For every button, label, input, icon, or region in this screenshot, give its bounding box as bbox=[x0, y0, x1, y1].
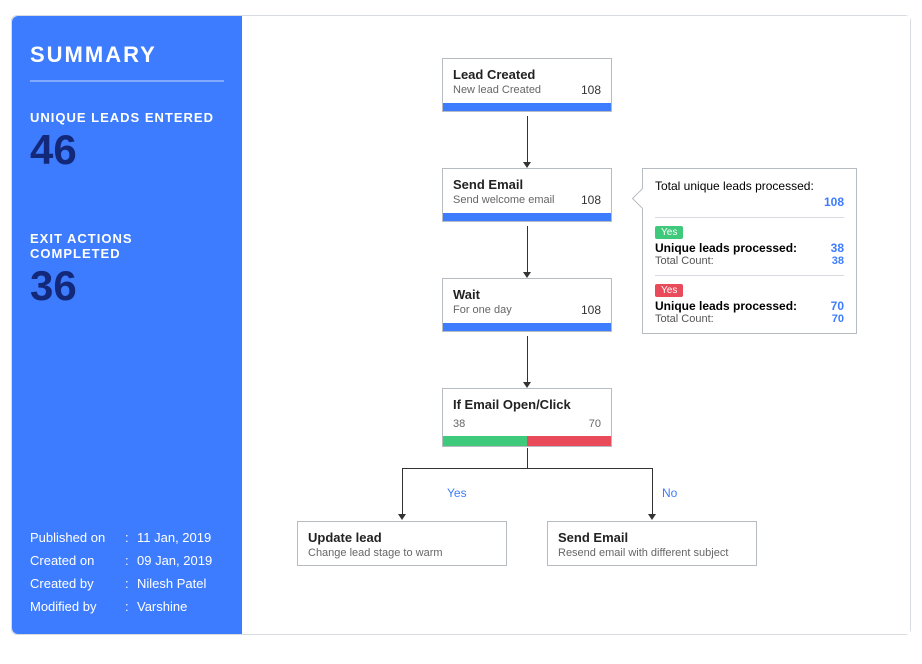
workflow-canvas[interactable]: Lead Created New lead Created 108 Send E… bbox=[242, 16, 910, 634]
meta-colon: : bbox=[125, 576, 137, 591]
popover-total-value: 108 bbox=[824, 195, 844, 209]
meta-row-created-by: Created by : Nilesh Patel bbox=[30, 572, 224, 595]
node-progress-bar bbox=[443, 323, 611, 331]
divider bbox=[655, 217, 844, 218]
summary-title: SUMMARY bbox=[30, 42, 224, 82]
bar-segment-no bbox=[527, 436, 611, 446]
popover-yes-processed-label: Unique leads processed: bbox=[655, 241, 797, 255]
node-resend-email[interactable]: Send Email Resend email with different s… bbox=[547, 521, 757, 566]
divider bbox=[655, 275, 844, 276]
node-count: 108 bbox=[581, 193, 601, 207]
popover-yes-total-value: 38 bbox=[832, 255, 844, 267]
connector bbox=[652, 468, 653, 516]
node-subtitle: Change lead stage to warm bbox=[308, 547, 496, 559]
popover-yes-total-label: Total Count: bbox=[655, 255, 714, 267]
node-count: 108 bbox=[581, 303, 601, 317]
meta-colon: : bbox=[125, 553, 137, 568]
stat-unique-leads-label: UNIQUE LEADS ENTERED bbox=[30, 110, 224, 125]
popover-no-total-value: 70 bbox=[832, 313, 844, 325]
arrow-down-icon bbox=[648, 514, 656, 520]
tag-yes: Yes bbox=[655, 226, 683, 239]
node-condition-email-open[interactable]: If Email Open/Click 38 70 bbox=[442, 388, 612, 447]
meta-key: Created by bbox=[30, 576, 125, 591]
connector bbox=[402, 468, 403, 516]
node-subtitle: Resend email with different subject bbox=[558, 547, 746, 559]
arrow-down-icon bbox=[398, 514, 406, 520]
meta-key: Created on bbox=[30, 553, 125, 568]
node-send-email[interactable]: Send Email Send welcome email 108 bbox=[442, 168, 612, 222]
node-stats-popover: Total unique leads processed: 108 Yes Un… bbox=[642, 168, 857, 334]
connector bbox=[527, 226, 528, 274]
meta-key: Published on bbox=[30, 530, 125, 545]
node-wait[interactable]: Wait For one day 108 bbox=[442, 278, 612, 332]
node-title: Update lead bbox=[308, 530, 496, 545]
branch-label-yes: Yes bbox=[447, 486, 467, 500]
meta-val: 11 Jan, 2019 bbox=[137, 530, 211, 545]
node-subtitle: Send welcome email bbox=[453, 194, 601, 206]
connector bbox=[527, 336, 528, 384]
connector bbox=[402, 468, 652, 469]
connector bbox=[527, 116, 528, 164]
meta-val: Varshine bbox=[137, 599, 187, 614]
popover-total-label: Total unique leads processed: bbox=[655, 179, 814, 193]
meta-row-published-on: Published on : 11 Jan, 2019 bbox=[30, 526, 224, 549]
node-progress-bar bbox=[443, 103, 611, 111]
meta-val: 09 Jan, 2019 bbox=[137, 553, 212, 568]
stat-exit-actions-value: 36 bbox=[30, 265, 224, 307]
meta-row-created-on: Created on : 09 Jan, 2019 bbox=[30, 549, 224, 572]
node-subtitle: For one day bbox=[453, 304, 601, 316]
meta-colon: : bbox=[125, 599, 137, 614]
popover-no-total-label: Total Count: bbox=[655, 313, 714, 325]
app-frame: SUMMARY UNIQUE LEADS ENTERED 46 EXIT ACT… bbox=[11, 15, 911, 635]
node-split-bar bbox=[443, 436, 611, 446]
node-update-lead[interactable]: Update lead Change lead stage to warm bbox=[297, 521, 507, 566]
bar-segment-yes bbox=[443, 436, 527, 446]
node-title: Send Email bbox=[558, 530, 746, 545]
meta-val: Nilesh Patel bbox=[137, 576, 206, 591]
popover-no-processed-label: Unique leads processed: bbox=[655, 299, 797, 313]
summary-sidebar: SUMMARY UNIQUE LEADS ENTERED 46 EXIT ACT… bbox=[12, 16, 242, 634]
stat-exit-actions-label: EXIT ACTIONS COMPLETED bbox=[30, 231, 224, 261]
meta-block: Published on : 11 Jan, 2019 Created on :… bbox=[30, 526, 224, 618]
node-count: 108 bbox=[581, 83, 601, 97]
node-title: Lead Created bbox=[453, 67, 601, 82]
node-lead-created[interactable]: Lead Created New lead Created 108 bbox=[442, 58, 612, 112]
popover-yes-processed-value: 38 bbox=[831, 241, 844, 255]
node-title: Wait bbox=[453, 287, 601, 302]
node-title: If Email Open/Click bbox=[453, 397, 601, 412]
condition-no-count: 70 bbox=[589, 418, 601, 430]
condition-yes-count: 38 bbox=[453, 418, 465, 430]
tag-no: Yes bbox=[655, 284, 683, 297]
meta-colon: : bbox=[125, 530, 137, 545]
stat-unique-leads-value: 46 bbox=[30, 129, 224, 171]
meta-row-modified-by: Modified by : Varshine bbox=[30, 595, 224, 618]
meta-key: Modified by bbox=[30, 599, 125, 614]
node-subtitle: New lead Created bbox=[453, 84, 601, 96]
popover-no-processed-value: 70 bbox=[831, 299, 844, 313]
node-progress-bar bbox=[443, 213, 611, 221]
node-title: Send Email bbox=[453, 177, 601, 192]
branch-label-no: No bbox=[662, 486, 677, 500]
connector bbox=[527, 448, 528, 468]
